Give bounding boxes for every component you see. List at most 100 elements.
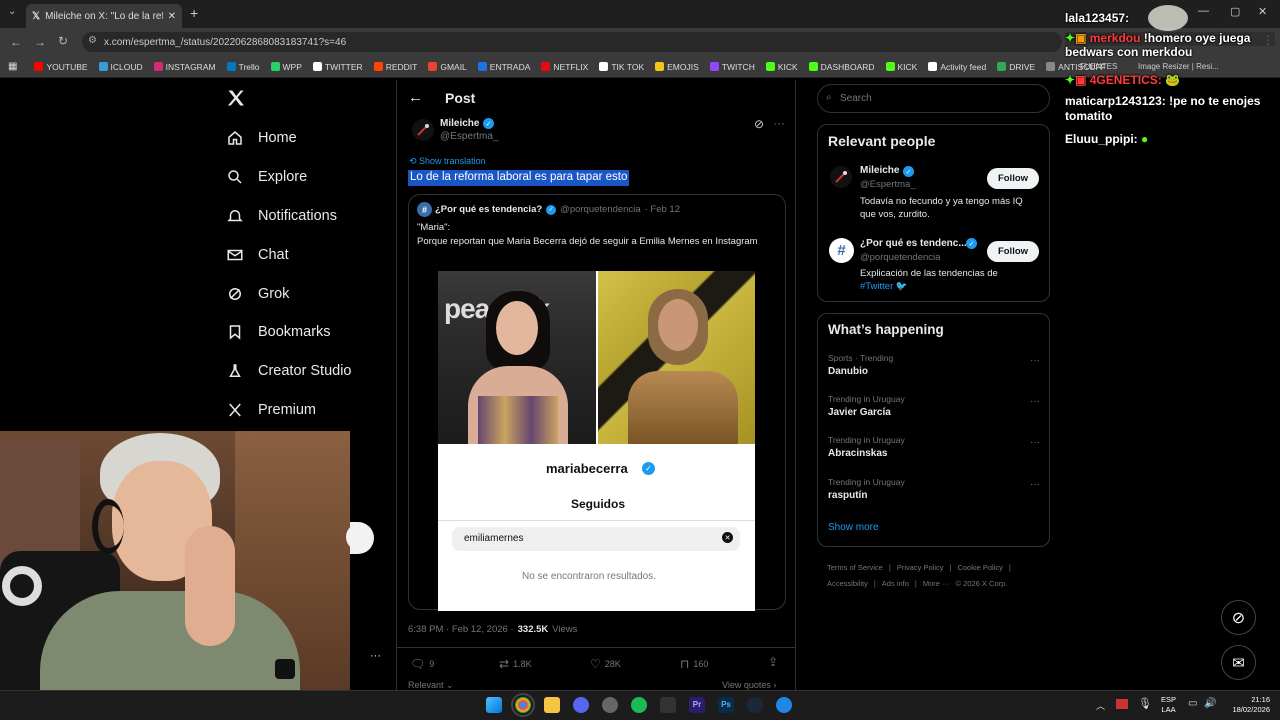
person-handle[interactable]: @porquetendencia — [860, 252, 940, 263]
nav-more-icon[interactable]: ··· — [370, 650, 381, 662]
author-name[interactable]: Mileiche — [440, 118, 479, 129]
language-indicator[interactable]: ESP LAA — [1161, 695, 1176, 715]
show-more-link[interactable]: Show more — [828, 522, 879, 533]
bookmark-item[interactable]: NETFLIX — [541, 62, 588, 72]
quote-photo[interactable]: peacock — [438, 271, 755, 444]
trend-more-icon[interactable]: ··· — [1030, 355, 1040, 366]
back-arrow-icon[interactable]: ← — [408, 89, 423, 106]
bookmark-item[interactable]: TIK TOK — [599, 62, 644, 72]
new-tab-icon[interactable]: + — [190, 5, 198, 21]
steam-icon[interactable] — [747, 697, 763, 713]
trend-item[interactable]: Trending in Uruguay Javier García ··· — [828, 394, 1040, 418]
bookmark-item[interactable]: DRIVE — [997, 62, 1035, 72]
footer-link[interactable]: More ··· — [923, 576, 950, 592]
back-icon[interactable]: ← — [10, 35, 22, 49]
apps-grid-icon[interactable]: ▦ — [8, 61, 17, 72]
spotify-icon[interactable] — [631, 697, 647, 713]
nav-item-grok[interactable]: Grok — [226, 285, 289, 303]
volume-icon[interactable]: 🔊 — [1204, 698, 1216, 709]
reload-icon[interactable]: ↻ — [58, 34, 68, 48]
bookmark-item[interactable]: YOUTUBE — [34, 62, 88, 72]
tab-list-icon[interactable]: ⌄ — [8, 6, 16, 17]
footer-link[interactable]: © 2026 X Corp. — [956, 576, 1008, 592]
tab-close-icon[interactable]: ✕ — [168, 11, 176, 22]
footer-link[interactable]: Cookie Policy — [957, 560, 1002, 576]
grok-icon[interactable]: ⊘ — [754, 117, 764, 131]
tray-chevron-icon[interactable]: ︿ — [1096, 699, 1105, 712]
tray-app-icon[interactable] — [1116, 699, 1128, 709]
browser-app-icon[interactable] — [776, 697, 792, 713]
x-logo-icon[interactable] — [226, 88, 246, 113]
post-timestamp[interactable]: 6:38 PM · Feb 12, 2026 · — [408, 624, 514, 635]
window-close-icon[interactable]: ✕ — [1258, 5, 1267, 18]
bookmark-item[interactable]: WPP — [270, 62, 302, 72]
maximize-icon[interactable]: ▢ — [1230, 5, 1240, 18]
person-bio-hashtag[interactable]: #Twitter 🐦 — [860, 281, 908, 292]
bookmark-item[interactable]: EMOJIS — [655, 62, 699, 72]
author-handle[interactable]: @Espertma_ — [440, 131, 499, 142]
bookmark-item[interactable]: Trello — [226, 62, 260, 72]
microphone-icon[interactable]: 🎙 — [1138, 697, 1152, 710]
nav-item-explore[interactable]: Explore — [226, 168, 307, 186]
search-input[interactable]: ⌕ Search — [817, 84, 1050, 113]
person-name[interactable]: Mileiche — [860, 165, 899, 176]
bookmark-item[interactable]: ENTRADA — [477, 62, 530, 72]
hashtag-avatar-icon[interactable]: # — [829, 238, 854, 263]
trend-item[interactable]: Sports · Trending Danubio ··· — [828, 353, 1040, 377]
nav-item-home[interactable]: Home — [226, 129, 297, 147]
trend-more-icon[interactable]: ··· — [1030, 396, 1040, 407]
person-avatar[interactable] — [830, 166, 852, 188]
network-icon[interactable]: ▭ — [1188, 698, 1197, 709]
bookmark-item[interactable]: TWITCH — [709, 62, 755, 72]
follow-button[interactable]: Follow — [987, 241, 1039, 262]
nav-item-notifications[interactable]: Notifications — [226, 207, 337, 225]
view-quotes-link[interactable]: View quotes › — [722, 680, 776, 690]
person-name[interactable]: ¿Por qué es tendenc... — [860, 238, 967, 249]
trend-item[interactable]: Trending in Uruguay rasputín ··· — [828, 477, 1040, 501]
trend-more-icon[interactable]: ··· — [1030, 437, 1040, 448]
capcut-icon[interactable] — [660, 697, 676, 713]
footer-link[interactable]: Ads info — [882, 576, 909, 592]
follow-button[interactable]: Follow — [987, 168, 1039, 189]
site-info-icon[interactable]: ⚙ — [88, 35, 97, 46]
bookmark-item[interactable]: INSTAGRAM — [153, 62, 216, 72]
footer-link[interactable]: Privacy Policy — [897, 560, 944, 576]
grok-fab-icon[interactable]: ⊘ — [1221, 600, 1256, 635]
bookmark-item[interactable]: TWITTER — [312, 62, 363, 72]
reply-button[interactable]: 🗨 9 — [410, 657, 434, 671]
file-explorer-icon[interactable] — [544, 697, 560, 713]
obs-icon[interactable] — [602, 697, 618, 713]
bookmark-item[interactable]: Activity feed — [928, 62, 986, 72]
trend-item[interactable]: Trending in Uruguay Abracinskas ··· — [828, 435, 1040, 459]
photoshop-icon[interactable]: Ps — [718, 697, 734, 713]
show-translation-link[interactable]: ⟲ Show translation — [409, 156, 486, 167]
like-button[interactable]: ♡ 28K — [590, 657, 621, 671]
avatar[interactable] — [412, 119, 434, 141]
bookmark-item[interactable]: KICK — [765, 62, 798, 72]
person-handle[interactable]: @Espertma_ — [860, 179, 916, 190]
nav-item-creator-studio[interactable]: Creator Studio — [226, 362, 352, 380]
url-field[interactable]: ⚙ x.com/espertma_/status/202206286808318… — [82, 32, 1062, 52]
nav-item-bookmarks[interactable]: Bookmarks — [226, 323, 331, 341]
bookmark-button[interactable]: ⊓ 160 — [680, 657, 708, 671]
repost-button[interactable]: ⇄ 1.8K — [499, 657, 532, 671]
bookmark-item[interactable]: DASHBOARD — [808, 62, 875, 72]
nav-item-premium[interactable]: Premium — [226, 401, 316, 419]
minimize-icon[interactable]: — — [1198, 5, 1209, 17]
premiere-icon[interactable]: Pr — [689, 697, 705, 713]
chrome-icon[interactable] — [511, 693, 535, 717]
messages-fab-icon[interactable]: ✉ — [1221, 645, 1256, 680]
start-icon[interactable] — [486, 697, 502, 713]
browser-tab[interactable]: 𝕏 Mileiche on X: "Lo de la reforma ✕ — [26, 4, 182, 28]
more-options-icon[interactable]: ··· — [773, 116, 785, 130]
bookmark-item[interactable]: KICK — [885, 62, 917, 72]
trend-more-icon[interactable]: ··· — [1030, 479, 1040, 490]
footer-link[interactable]: Accessibility — [827, 576, 868, 592]
forward-icon[interactable]: → — [34, 35, 46, 49]
footer-link[interactable]: Terms of Service — [827, 560, 883, 576]
share-icon[interactable]: ⇪ — [768, 655, 778, 669]
nav-item-chat[interactable]: Chat — [226, 246, 289, 264]
bookmark-item[interactable]: ICLOUD — [98, 62, 143, 72]
bookmark-item[interactable]: REDDIT — [373, 62, 417, 72]
discord-icon[interactable] — [573, 697, 589, 713]
